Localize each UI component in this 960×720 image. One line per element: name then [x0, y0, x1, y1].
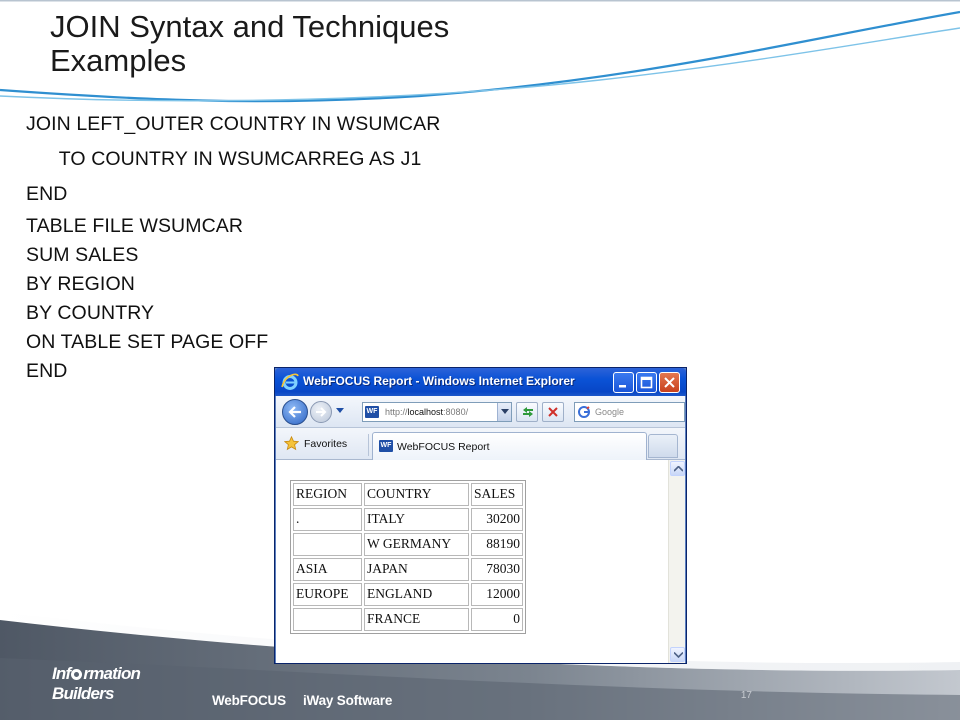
country-cell: JAPAN	[364, 558, 469, 581]
chevron-down-icon	[501, 409, 509, 414]
close-icon	[664, 377, 675, 388]
vertical-scrollbar[interactable]	[668, 460, 685, 663]
column-header-region: REGION	[293, 483, 362, 506]
page-number: 17	[740, 690, 752, 701]
table-row: . ITALY 30200	[293, 508, 523, 531]
column-header-sales: SALES	[471, 483, 523, 506]
code-line: ON TABLE SET PAGE OFF	[26, 331, 269, 353]
slide-title-line-2: Examples	[50, 43, 187, 78]
sales-cell: 0	[471, 608, 523, 631]
table-row: EUROPE ENGLAND 12000	[293, 583, 523, 606]
tab-label: WebFOCUS Report	[397, 441, 490, 453]
sales-cell: 78030	[471, 558, 523, 581]
maximize-button[interactable]	[636, 372, 657, 393]
country-cell: ITALY	[364, 508, 469, 531]
favorites-star-icon[interactable]	[284, 436, 299, 451]
new-tab-button[interactable]	[648, 434, 678, 458]
country-cell: ENGLAND	[364, 583, 469, 606]
logo-text-part: Builders	[52, 684, 114, 703]
footer-webfocus: WebFOCUS	[212, 693, 286, 708]
address-dropdown-button[interactable]	[497, 403, 511, 421]
code-line: BY COUNTRY	[26, 302, 155, 324]
page-content: REGION COUNTRY SALES . ITALY 30200 W GER…	[276, 460, 685, 663]
recent-pages-chevron-down-icon[interactable]	[336, 408, 344, 414]
address-prefix: http://	[385, 407, 408, 417]
tab-webfocus-report[interactable]: WF WebFOCUS Report	[372, 432, 647, 460]
slide-title-line-1: JOIN Syntax and Techniques	[50, 9, 450, 44]
logo-text-part: Inf	[52, 664, 71, 683]
stop-icon	[548, 407, 558, 417]
country-cell: W GERMANY	[364, 533, 469, 556]
sales-cell: 30200	[471, 508, 523, 531]
chevron-down-icon	[674, 652, 683, 658]
favorites-bar: Favorites WF WebFOCUS Report	[276, 428, 685, 460]
table-row: W GERMANY 88190	[293, 533, 523, 556]
logo-text-part: rmation	[83, 664, 141, 683]
sales-cell: 12000	[471, 583, 523, 606]
minimize-icon	[619, 385, 626, 388]
forward-button[interactable]	[310, 401, 332, 423]
google-icon	[578, 406, 590, 418]
favorites-button[interactable]: Favorites	[304, 438, 347, 450]
minimize-button[interactable]	[613, 372, 634, 393]
scroll-up-button[interactable]	[670, 461, 685, 476]
information-builders-logo: Inf rmation Builders	[52, 664, 141, 704]
back-arrow-icon	[288, 406, 301, 418]
code-line: END	[26, 183, 68, 205]
country-cell: FRANCE	[364, 608, 469, 631]
region-cell	[293, 608, 362, 631]
slide-title: JOIN Syntax and Techniques Examples	[50, 10, 650, 78]
logo-o-mark-icon	[71, 669, 83, 680]
column-header-country: COUNTRY	[364, 483, 469, 506]
search-placeholder: Google	[595, 407, 625, 417]
address-host: localhost	[407, 407, 444, 417]
code-line: TABLE FILE WSUMCAR	[26, 215, 244, 237]
navigation-toolbar: WF http://localhost:8080/ Google	[276, 396, 685, 428]
region-cell	[293, 533, 362, 556]
search-input[interactable]: Google	[574, 402, 685, 422]
region-cell: .	[293, 508, 362, 531]
table-header-row: REGION COUNTRY SALES	[293, 483, 523, 506]
table-row: FRANCE 0	[293, 608, 523, 631]
table-request-code-block: TABLE FILE WSUMCAR SUM SALES BY REGION B…	[26, 212, 268, 386]
maximize-icon	[640, 376, 653, 389]
join-code-block: JOIN LEFT_OUTER COUNTRY IN WSUMCAR TO CO…	[26, 110, 440, 209]
forward-arrow-icon	[316, 407, 327, 417]
report-table: REGION COUNTRY SALES . ITALY 30200 W GER…	[290, 480, 526, 634]
code-line: BY REGION	[26, 273, 135, 295]
close-button[interactable]	[659, 372, 680, 393]
address-bar[interactable]: WF http://localhost:8080/	[362, 402, 512, 422]
window-title: WebFOCUS Report - Windows Internet Explo…	[303, 374, 575, 388]
address-url: http://localhost:8080/	[385, 407, 468, 417]
region-cell: ASIA	[293, 558, 362, 581]
stop-button[interactable]	[542, 402, 564, 422]
refresh-button[interactable]	[516, 402, 538, 422]
code-line: JOIN LEFT_OUTER COUNTRY IN WSUMCAR	[26, 113, 441, 135]
chevron-up-icon	[674, 466, 683, 472]
webfocus-favicon-icon: WF	[365, 406, 379, 418]
internet-explorer-icon	[281, 373, 299, 390]
window-titlebar[interactable]: WebFOCUS Report - Windows Internet Explo…	[275, 368, 686, 396]
sales-cell: 88190	[471, 533, 523, 556]
code-line: SUM SALES	[26, 244, 139, 266]
toolbar-separator	[368, 434, 369, 456]
code-line: TO COUNTRY IN WSUMCARREG AS J1	[26, 148, 422, 170]
address-suffix: :8080/	[443, 407, 469, 417]
code-line: END	[26, 360, 68, 382]
table-row: ASIA JAPAN 78030	[293, 558, 523, 581]
region-cell: EUROPE	[293, 583, 362, 606]
back-button[interactable]	[282, 399, 308, 425]
scroll-down-button[interactable]	[670, 647, 685, 662]
footer-iway-software: iWay Software	[303, 693, 393, 708]
webfocus-favicon-icon: WF	[379, 440, 393, 452]
ie-browser-window: WebFOCUS Report - Windows Internet Explo…	[274, 367, 687, 664]
refresh-icon	[523, 407, 533, 417]
